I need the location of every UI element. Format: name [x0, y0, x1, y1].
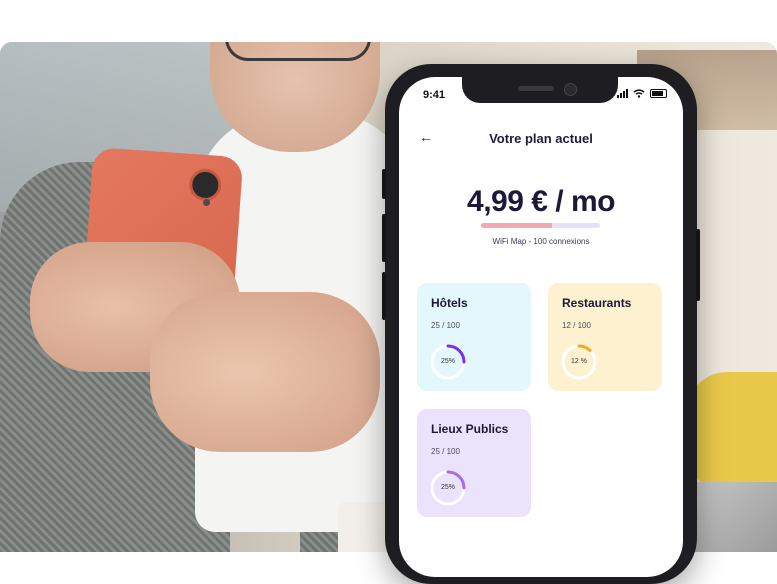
- card-title: Hôtels: [431, 296, 468, 310]
- card-count: 25 / 100: [431, 321, 460, 330]
- volume-down-button: [382, 272, 386, 320]
- usage-card-hotels[interactable]: Hôtels 25 / 100 25%: [417, 283, 531, 391]
- status-icons: [617, 89, 667, 98]
- progress-percent: 25%: [440, 484, 455, 491]
- phone-mockup: 9:41 ← Votre plan actuel 4,99 € / mo WiF…: [382, 64, 700, 584]
- notch: [462, 77, 618, 103]
- battery-icon: [650, 89, 667, 98]
- speaker-grille: [518, 86, 554, 91]
- plan-description: WiFi Map - 100 connexions: [492, 237, 590, 246]
- card-count: 12 / 100: [562, 321, 591, 330]
- plan-progress-bar: [481, 223, 600, 228]
- phone-flash-icon: [202, 198, 211, 207]
- nav-bar: ← Votre plan actuel: [399, 125, 683, 155]
- glasses: [225, 42, 371, 61]
- right-hand: [150, 292, 380, 452]
- marble-table: [687, 482, 777, 552]
- mute-switch: [382, 169, 386, 199]
- progress-percent: 25%: [440, 358, 455, 365]
- plan-progress-fill: [481, 223, 553, 228]
- card-title: Lieux Publics: [431, 422, 509, 436]
- card-title: Restaurants: [562, 296, 632, 310]
- phone-camera-icon: [188, 167, 223, 202]
- plan-price: 4,99 € / mo: [467, 185, 615, 218]
- card-count: 25 / 100: [431, 447, 460, 456]
- page-title: Votre plan actuel: [489, 131, 593, 146]
- status-time: 9:41: [423, 89, 446, 101]
- wifi-icon: [633, 89, 645, 98]
- volume-up-button: [382, 214, 386, 262]
- cellular-signal-icon: [617, 89, 628, 98]
- progress-ring: 25%: [429, 343, 467, 381]
- progress-ring: 25%: [429, 469, 467, 507]
- usage-card-restaurants[interactable]: Restaurants 12 / 100 12 %: [548, 283, 662, 391]
- yellow-chair: [687, 372, 777, 492]
- usage-card-public-places[interactable]: Lieux Publics 25 / 100 25%: [417, 409, 531, 517]
- power-button: [696, 229, 700, 301]
- progress-percent: 12 %: [571, 358, 587, 365]
- phone-screen: 9:41 ← Votre plan actuel 4,99 € / mo WiF…: [399, 77, 683, 577]
- progress-ring: 12 %: [560, 343, 598, 381]
- front-camera-icon: [564, 83, 577, 96]
